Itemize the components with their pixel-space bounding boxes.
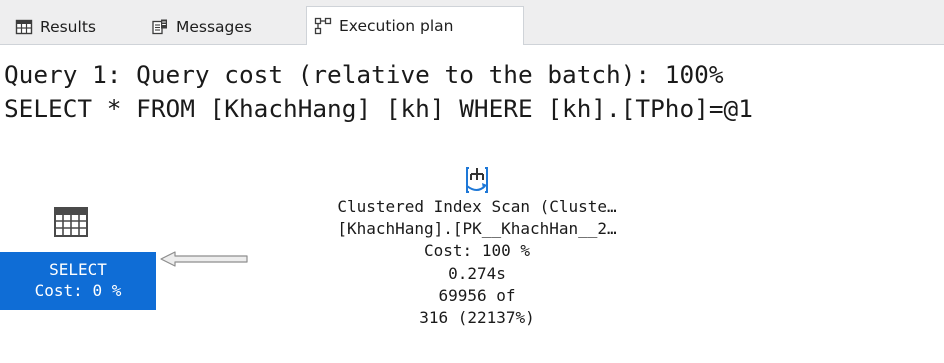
tab-messages-label: Messages bbox=[176, 18, 253, 36]
clustered-index-scan-node[interactable]: Clustered Index Scan (Cluste… [KhachHang… bbox=[232, 196, 722, 329]
query-sql-text: SELECT * FROM [KhachHang] [kh] WHERE [kh… bbox=[4, 94, 753, 123]
select-operator-label: SELECT bbox=[49, 260, 107, 279]
tab-results[interactable]: Results bbox=[8, 10, 140, 44]
tab-execution-plan[interactable]: Execution plan bbox=[306, 6, 524, 45]
scan-operator-time: 0.274s bbox=[448, 263, 506, 283]
scan-operator-estimated-rows: 316 (22137%) bbox=[419, 307, 535, 327]
messages-icon bbox=[151, 18, 169, 36]
clustered-index-scan-icon[interactable] bbox=[461, 164, 493, 196]
tab-messages[interactable]: Messages bbox=[144, 10, 304, 44]
scan-operator-actual-rows: 69956 of bbox=[438, 285, 516, 305]
select-operator-cost: Cost: 0 % bbox=[34, 281, 122, 300]
tab-execution-plan-label: Execution plan bbox=[339, 17, 454, 35]
select-operator-node[interactable]: SELECT Cost: 0 % bbox=[0, 252, 156, 310]
tab-results-label: Results bbox=[40, 18, 96, 36]
scan-operator-object: [KhachHang].[PK__KhachHan__2… bbox=[337, 219, 617, 239]
scan-operator-title: Clustered Index Scan (Cluste… bbox=[337, 197, 617, 216]
results-tab-strip: Results Messages Execution plan bbox=[0, 0, 944, 45]
query-cost-header: Query 1: Query cost (relative to the bat… bbox=[4, 60, 724, 89]
grid-icon bbox=[15, 18, 33, 36]
select-operator-icon[interactable] bbox=[53, 206, 89, 238]
scan-operator-cost: Cost: 100 % bbox=[424, 241, 530, 261]
execution-plan-icon bbox=[314, 17, 332, 35]
